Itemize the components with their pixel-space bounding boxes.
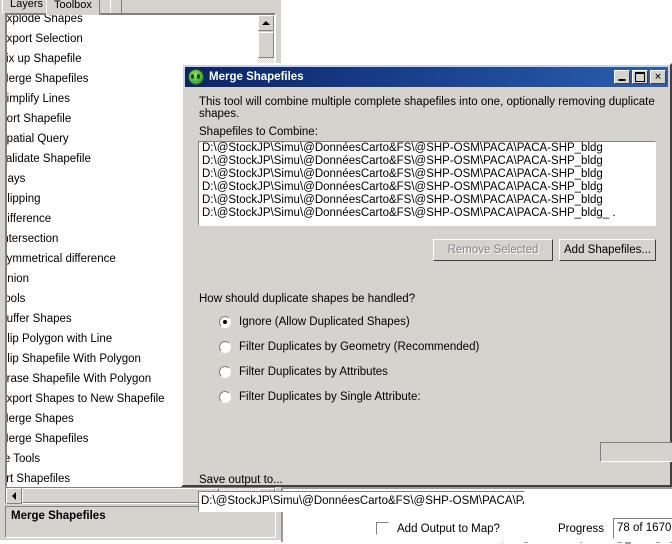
- radio-label: Filter Duplicates by Single Attribute:: [239, 391, 421, 403]
- arrow-up-icon: [262, 21, 270, 25]
- tab-layers[interactable]: Layers: [2, 0, 51, 14]
- progress-value: 78 of 167079: [613, 518, 672, 539]
- radio-filter-single-attribute[interactable]: Filter Duplicates by Single Attribute:: [219, 388, 421, 406]
- shapefiles-label: Shapefiles to Combine:: [199, 126, 318, 138]
- tree-item-label: Overlays: [7, 169, 25, 189]
- radio-filter-geometry[interactable]: Filter Duplicates by Geometry (Recommend…: [219, 338, 479, 356]
- list-item[interactable]: D:\@StockJP\Simu\@DonnéesCarto&FS\@SHP-O…: [199, 181, 655, 194]
- minimize-button[interactable]: [614, 70, 630, 84]
- duplicates-question-label: How should duplicate shapes be handled?: [199, 293, 415, 305]
- dialog-titlebar[interactable]: Merge Shapefiles ✕: [185, 67, 668, 87]
- tree-item-label: Explode Shapes: [7, 15, 83, 29]
- scroll-left-button[interactable]: [6, 488, 22, 504]
- tree-item-label: Erase Shapefile With Polygon: [7, 369, 151, 389]
- scroll-up-button[interactable]: [258, 15, 274, 31]
- list-item[interactable]: D:\@StockJP\Simu\@DonnéesCarto&FS\@SHP-O…: [199, 194, 655, 207]
- merge-shapefiles-dialog: Merge Shapefiles ✕ This tool will combin…: [181, 63, 672, 487]
- list-item[interactable]: D:\@StockJP\Simu\@DonnéesCarto&FS\@SHP-O…: [199, 207, 655, 220]
- desktop: Layers Toolbox Explode ShapesExport Sele…: [0, 0, 672, 540]
- tree-item-label: Simplify Lines: [7, 89, 70, 109]
- radio-icon: [219, 366, 231, 378]
- list-item[interactable]: D:\@StockJP\Simu\@DonnéesCarto&FS\@SHP-O…: [199, 168, 655, 181]
- panel-tabstrip: Layers Toolbox: [0, 0, 281, 14]
- vscroll-thumb[interactable]: [258, 32, 274, 58]
- arrow-left-icon: [12, 492, 16, 500]
- shapefiles-listbox[interactable]: D:\@StockJP\Simu\@DonnéesCarto&FS\@SHP-O…: [198, 141, 656, 226]
- tree-item-export-selection[interactable]: Export Selection: [7, 29, 260, 49]
- tree-item-label: Export Shapes to New Shapefile: [7, 389, 165, 409]
- add-output-to-map-row[interactable]: Add Output to Map?: [376, 522, 500, 535]
- remove-selected-button[interactable]: Remove Selected: [433, 239, 553, 261]
- tree-item-label: Spatial Query: [7, 129, 69, 149]
- tree-item-label: Merge Shapefiles: [7, 429, 89, 449]
- tab-overflow[interactable]: [110, 0, 122, 14]
- tree-item-label: Merge Shapefiles: [7, 69, 89, 89]
- list-item[interactable]: D:\@StockJP\Simu\@DonnéesCarto&FS\@SHP-O…: [199, 142, 655, 155]
- tree-item-label: Buffer Shapes: [7, 309, 72, 329]
- radio-label: Ignore (Allow Duplicated Shapes): [239, 316, 410, 328]
- dialog-title: Merge Shapefiles: [209, 71, 304, 83]
- merge-shapefiles-icon: [188, 69, 204, 85]
- radio-filter-attributes[interactable]: Filter Duplicates by Attributes: [219, 363, 388, 381]
- radio-label: Filter Duplicates by Geometry (Recommend…: [239, 341, 479, 353]
- hscroll-thumb[interactable]: [22, 488, 219, 503]
- radio-icon: [219, 341, 231, 353]
- close-button[interactable]: ✕: [650, 70, 666, 84]
- save-output-label: Save output to...: [199, 474, 283, 486]
- tree-item-label: Intersection: [7, 229, 58, 249]
- save-output-input[interactable]: D:\@StockJP\Simu\@DonnéesCarto&FS\@SHP-O…: [198, 491, 525, 512]
- tree-item-label: Clip Polygon with Line: [7, 329, 112, 349]
- tree-item-label: Database Tools: [7, 449, 40, 469]
- progress-label: Progress: [558, 523, 604, 535]
- tree-item-label: Export Selection: [7, 29, 83, 49]
- tree-item-label: Validate Shapefile: [7, 149, 91, 169]
- radio-ignore-duplicates[interactable]: Ignore (Allow Duplicated Shapes): [219, 313, 410, 331]
- tree-item-explode-shapes[interactable]: Explode Shapes: [7, 15, 260, 29]
- tree-item-label: Clip Shapefile With Polygon: [7, 349, 141, 369]
- radio-label: Filter Duplicates by Attributes: [239, 366, 388, 378]
- tree-item-label: Difference: [7, 209, 51, 229]
- dialog-description: This tool will combine multiple complete…: [199, 96, 670, 120]
- checkbox-icon[interactable]: [376, 522, 389, 535]
- maximize-button[interactable]: [632, 70, 648, 84]
- tab-toolbox[interactable]: Toolbox: [46, 0, 100, 15]
- tool-description-title: Merge Shapefiles: [11, 510, 106, 522]
- list-item[interactable]: D:\@StockJP\Simu\@DonnéesCarto&FS\@SHP-O…: [199, 155, 655, 168]
- tree-item-label: Export Shapefiles: [7, 469, 70, 486]
- window-controls: ✕: [614, 70, 668, 84]
- add-output-label: Add Output to Map?: [397, 523, 500, 535]
- tree-item-label: Fix up Shapefile: [7, 49, 81, 69]
- add-shapefiles-button[interactable]: Add Shapefiles...: [559, 239, 656, 261]
- tree-item-label: Old tools: [7, 289, 25, 309]
- radio-icon: [219, 391, 231, 403]
- tree-item-label: Sort Shapefile: [7, 109, 71, 129]
- radio-icon: [219, 316, 231, 328]
- tree-item-label: Merge Shapes: [7, 409, 74, 429]
- single-attribute-combobox[interactable]: [600, 442, 672, 462]
- close-icon: ✕: [654, 73, 662, 82]
- tree-item-label: Symmetrical difference: [7, 249, 116, 269]
- tree-item-label: Clipping: [7, 189, 41, 209]
- tree-item-label: Union: [7, 269, 29, 289]
